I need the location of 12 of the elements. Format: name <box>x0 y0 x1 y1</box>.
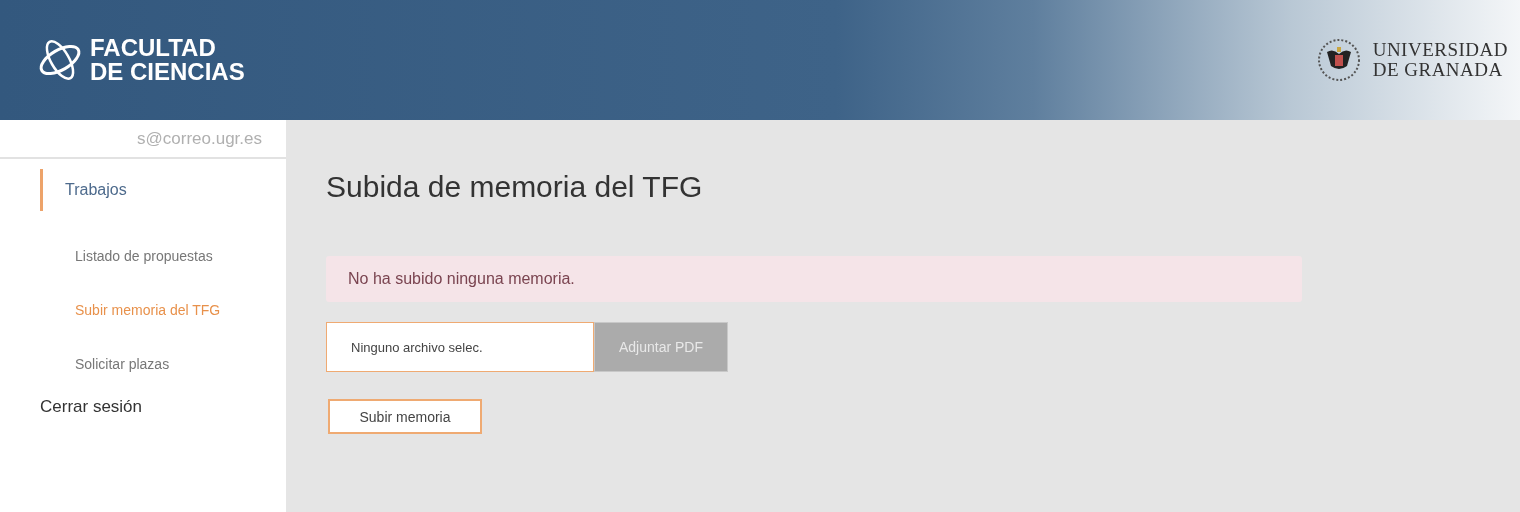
university-name: UNIVERSIDAD <box>1372 40 1508 60</box>
nav-link[interactable]: Solicitar plazas <box>75 355 286 373</box>
submit-button[interactable]: Subir memoria <box>328 399 482 434</box>
nav-link[interactable]: Listado de propuestas <box>75 247 286 265</box>
logout-link[interactable]: Cerrar sesión <box>40 397 286 417</box>
university-name: DE GRANADA <box>1372 60 1504 80</box>
faculty-name: FACULTAD <box>90 36 217 60</box>
page-title: Subida de memoria del TFG <box>326 170 703 204</box>
alert-message: No ha subido ninguna memoria. <box>326 256 1302 302</box>
crest-icon <box>1316 38 1361 82</box>
faculty-name: DE CIENCIAS <box>90 60 245 84</box>
file-input-field[interactable]: Ninguno archivo selec. <box>326 322 594 372</box>
